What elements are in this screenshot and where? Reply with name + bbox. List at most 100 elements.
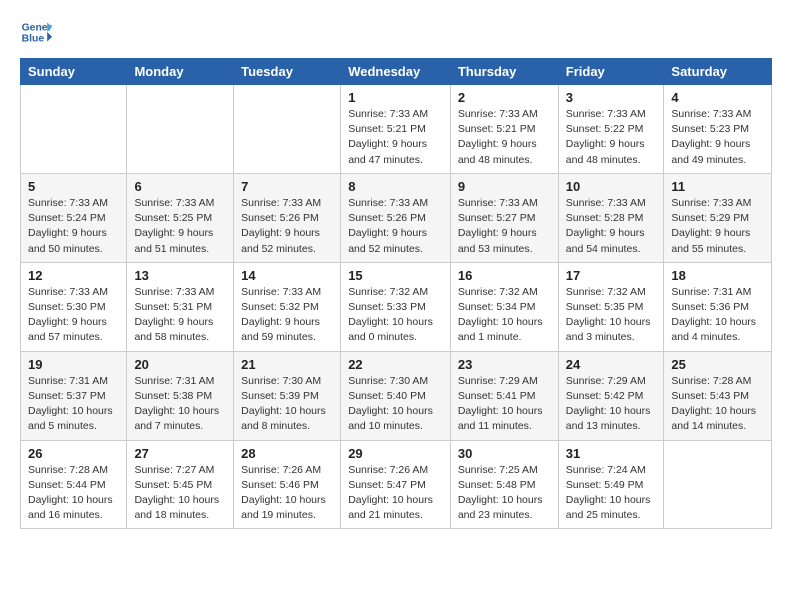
calendar-cell: 24 Sunrise: 7:29 AM Sunset: 5:42 PM Dayli… — [558, 351, 664, 440]
day-number: 14 — [241, 268, 333, 283]
calendar-cell: 18 Sunrise: 7:31 AM Sunset: 5:36 PM Dayli… — [664, 262, 772, 351]
calendar-cell: 13Sunrise: 7:33 AM Sunset: 5:31 PM Dayli… — [127, 262, 234, 351]
weekday-header-thursday: Thursday — [450, 59, 558, 85]
day-info: Sunrise: 7:33 AM Sunset: 5:32 PM Dayligh… — [241, 285, 333, 346]
calendar-table: SundayMondayTuesdayWednesdayThursdayFrid… — [20, 58, 772, 529]
day-number: 1 — [348, 90, 443, 105]
day-info: Sunrise: 7:24 AM Sunset: 5:49 PM Dayligh… — [566, 463, 657, 524]
day-number: 27 — [134, 446, 226, 461]
day-number: 6 — [134, 179, 226, 194]
day-number: 30 — [458, 446, 551, 461]
day-number: 12 — [28, 268, 119, 283]
day-number: 29 — [348, 446, 443, 461]
calendar-cell: 26 Sunrise: 7:28 AM Sunset: 5:44 PM Dayli… — [21, 440, 127, 529]
calendar-cell — [234, 85, 341, 174]
calendar-cell: 9 Sunrise: 7:33 AM Sunset: 5:27 PM Daylig… — [450, 173, 558, 262]
calendar-cell — [21, 85, 127, 174]
calendar-cell: 7 Sunrise: 7:33 AM Sunset: 5:26 PM Daylig… — [234, 173, 341, 262]
calendar-cell: 1 Sunrise: 7:33 AM Sunset: 5:21 PM Daylig… — [341, 85, 451, 174]
day-number: 20 — [134, 357, 226, 372]
svg-text:Blue: Blue — [22, 34, 45, 45]
day-number: 23 — [458, 357, 551, 372]
day-number: 16 — [458, 268, 551, 283]
day-number: 3 — [566, 90, 657, 105]
calendar-cell: 19 Sunrise: 7:31 AM Sunset: 5:37 PM Dayli… — [21, 351, 127, 440]
calendar-cell: 15Sunrise: 7:32 AM Sunset: 5:33 PM Dayli… — [341, 262, 451, 351]
day-number: 21 — [241, 357, 333, 372]
calendar-cell — [127, 85, 234, 174]
calendar-cell: 30 Sunrise: 7:25 AM Sunset: 5:48 PM Dayli… — [450, 440, 558, 529]
day-info: Sunrise: 7:30 AM Sunset: 5:40 PM Dayligh… — [348, 374, 443, 435]
day-info: Sunrise: 7:33 AM Sunset: 5:30 PM Dayligh… — [28, 285, 119, 346]
day-info: Sunrise: 7:26 AM Sunset: 5:47 PM Dayligh… — [348, 463, 443, 524]
day-info: Sunrise: 7:25 AM Sunset: 5:48 PM Dayligh… — [458, 463, 551, 524]
day-info: Sunrise: 7:33 AM Sunset: 5:23 PM Dayligh… — [671, 107, 764, 168]
day-number: 5 — [28, 179, 119, 194]
calendar-cell: 14 Sunrise: 7:33 AM Sunset: 5:32 PM Dayli… — [234, 262, 341, 351]
calendar-cell: 8 Sunrise: 7:33 AM Sunset: 5:26 PM Daylig… — [341, 173, 451, 262]
day-number: 22 — [348, 357, 443, 372]
page-header: General Blue — [20, 16, 772, 48]
weekday-header-tuesday: Tuesday — [234, 59, 341, 85]
day-info: Sunrise: 7:26 AM Sunset: 5:46 PM Dayligh… — [241, 463, 333, 524]
day-info: Sunrise: 7:31 AM Sunset: 5:37 PM Dayligh… — [28, 374, 119, 435]
calendar-cell: 16 Sunrise: 7:32 AM Sunset: 5:34 PM Dayli… — [450, 262, 558, 351]
day-number: 24 — [566, 357, 657, 372]
calendar-cell: 6 Sunrise: 7:33 AM Sunset: 5:25 PM Daylig… — [127, 173, 234, 262]
day-info: Sunrise: 7:33 AM Sunset: 5:26 PM Dayligh… — [241, 196, 333, 257]
day-info: Sunrise: 7:33 AM Sunset: 5:27 PM Dayligh… — [458, 196, 551, 257]
day-number: 7 — [241, 179, 333, 194]
calendar-cell: 2Sunrise: 7:33 AM Sunset: 5:21 PM Daylig… — [450, 85, 558, 174]
calendar-cell: 10Sunrise: 7:33 AM Sunset: 5:28 PM Dayli… — [558, 173, 664, 262]
day-info: Sunrise: 7:33 AM Sunset: 5:25 PM Dayligh… — [134, 196, 226, 257]
day-number: 9 — [458, 179, 551, 194]
day-number: 2 — [458, 90, 551, 105]
day-number: 13 — [134, 268, 226, 283]
calendar-cell: 23 Sunrise: 7:29 AM Sunset: 5:41 PM Dayli… — [450, 351, 558, 440]
calendar-week-row: 26 Sunrise: 7:28 AM Sunset: 5:44 PM Dayli… — [21, 440, 772, 529]
calendar-cell: 22 Sunrise: 7:30 AM Sunset: 5:40 PM Dayli… — [341, 351, 451, 440]
calendar-cell: 28 Sunrise: 7:26 AM Sunset: 5:46 PM Dayli… — [234, 440, 341, 529]
calendar-cell: 27 Sunrise: 7:27 AM Sunset: 5:45 PM Dayli… — [127, 440, 234, 529]
day-info: Sunrise: 7:31 AM Sunset: 5:36 PM Dayligh… — [671, 285, 764, 346]
day-number: 4 — [671, 90, 764, 105]
day-number: 17 — [566, 268, 657, 283]
logo: General Blue — [20, 16, 52, 48]
logo-icon: General Blue — [20, 16, 52, 48]
calendar-cell — [664, 440, 772, 529]
day-info: Sunrise: 7:28 AM Sunset: 5:43 PM Dayligh… — [671, 374, 764, 435]
calendar-week-row: 12 Sunrise: 7:33 AM Sunset: 5:30 PM Dayli… — [21, 262, 772, 351]
calendar-cell: 17Sunrise: 7:32 AM Sunset: 5:35 PM Dayli… — [558, 262, 664, 351]
calendar-cell: 5 Sunrise: 7:33 AM Sunset: 5:24 PM Daylig… — [21, 173, 127, 262]
weekday-header-wednesday: Wednesday — [341, 59, 451, 85]
day-number: 18 — [671, 268, 764, 283]
weekday-header-sunday: Sunday — [21, 59, 127, 85]
day-number: 8 — [348, 179, 443, 194]
day-info: Sunrise: 7:31 AM Sunset: 5:38 PM Dayligh… — [134, 374, 226, 435]
day-info: Sunrise: 7:32 AM Sunset: 5:34 PM Dayligh… — [458, 285, 551, 346]
day-number: 28 — [241, 446, 333, 461]
day-info: Sunrise: 7:33 AM Sunset: 5:26 PM Dayligh… — [348, 196, 443, 257]
day-info: Sunrise: 7:33 AM Sunset: 5:24 PM Dayligh… — [28, 196, 119, 257]
day-info: Sunrise: 7:28 AM Sunset: 5:44 PM Dayligh… — [28, 463, 119, 524]
day-info: Sunrise: 7:29 AM Sunset: 5:42 PM Dayligh… — [566, 374, 657, 435]
calendar-cell: 4 Sunrise: 7:33 AM Sunset: 5:23 PM Daylig… — [664, 85, 772, 174]
day-number: 10 — [566, 179, 657, 194]
calendar-cell: 25 Sunrise: 7:28 AM Sunset: 5:43 PM Dayli… — [664, 351, 772, 440]
day-info: Sunrise: 7:33 AM Sunset: 5:22 PM Dayligh… — [566, 107, 657, 168]
main-container: General Blue SundayMondayTuesdayWednesda… — [0, 0, 792, 549]
weekday-header-row: SundayMondayTuesdayWednesdayThursdayFrid… — [21, 59, 772, 85]
weekday-header-monday: Monday — [127, 59, 234, 85]
calendar-cell: 12 Sunrise: 7:33 AM Sunset: 5:30 PM Dayli… — [21, 262, 127, 351]
weekday-header-friday: Friday — [558, 59, 664, 85]
day-info: Sunrise: 7:27 AM Sunset: 5:45 PM Dayligh… — [134, 463, 226, 524]
calendar-cell: 20 Sunrise: 7:31 AM Sunset: 5:38 PM Dayli… — [127, 351, 234, 440]
day-number: 25 — [671, 357, 764, 372]
calendar-week-row: 19 Sunrise: 7:31 AM Sunset: 5:37 PM Dayli… — [21, 351, 772, 440]
calendar-week-row: 1 Sunrise: 7:33 AM Sunset: 5:21 PM Daylig… — [21, 85, 772, 174]
day-number: 31 — [566, 446, 657, 461]
day-info: Sunrise: 7:33 AM Sunset: 5:21 PM Dayligh… — [348, 107, 443, 168]
day-info: Sunrise: 7:29 AM Sunset: 5:41 PM Dayligh… — [458, 374, 551, 435]
day-number: 26 — [28, 446, 119, 461]
day-number: 19 — [28, 357, 119, 372]
